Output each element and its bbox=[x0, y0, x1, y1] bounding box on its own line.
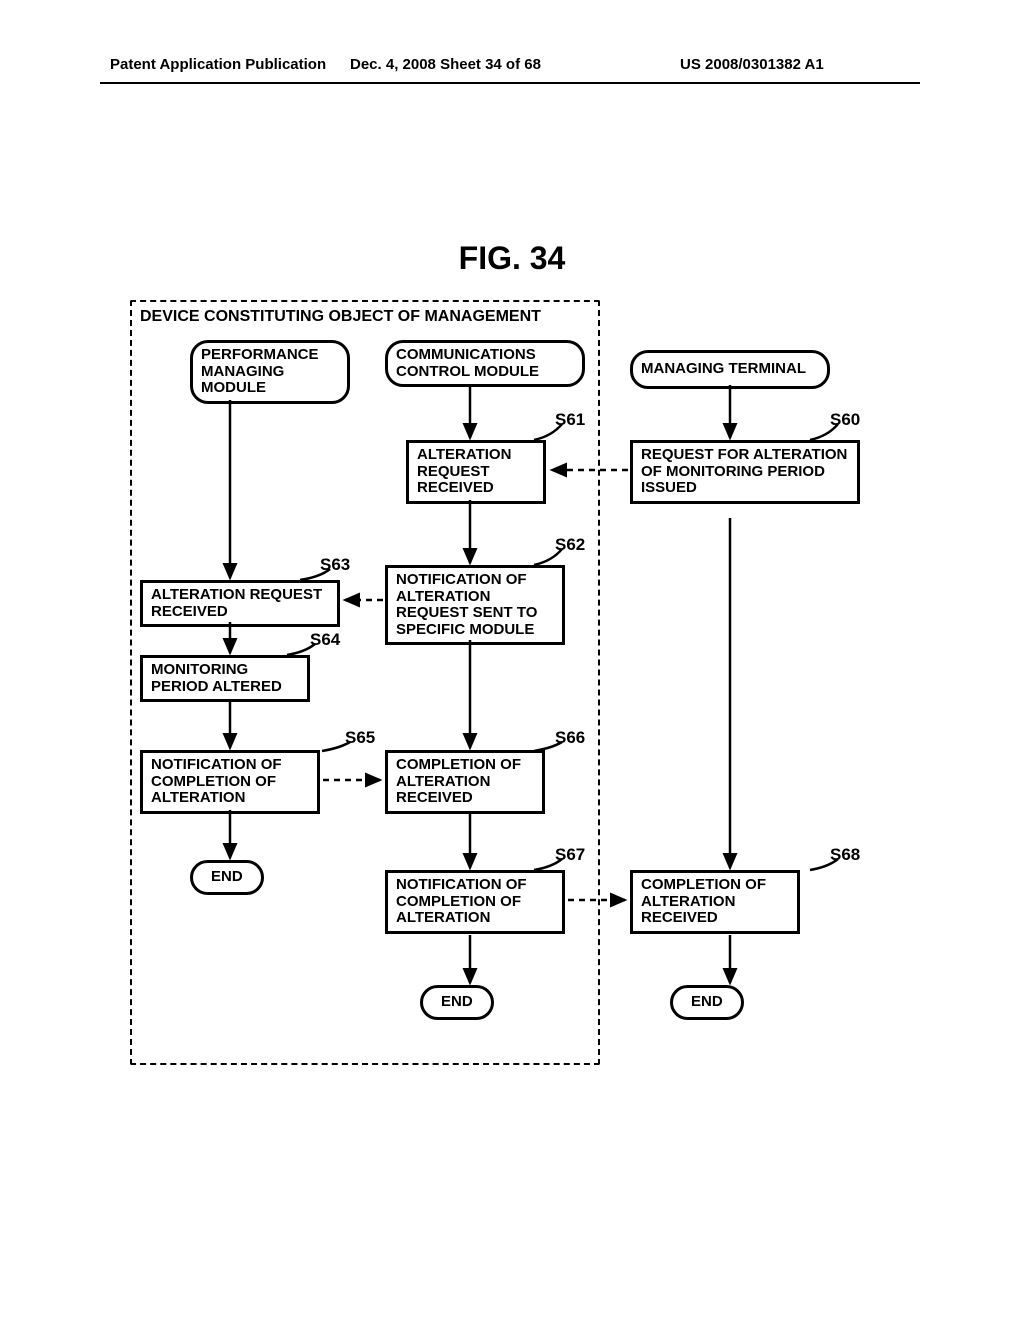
step-s68: COMPLETION OF ALTERATION RECEIVED bbox=[630, 870, 800, 934]
lane-comm-control-module: COMMUNICATIONS CONTROL MODULE bbox=[385, 340, 585, 387]
step-s61: ALTERATION REQUEST RECEIVED bbox=[406, 440, 546, 504]
lane-performance-module: PERFORMANCE MANAGING MODULE bbox=[190, 340, 350, 404]
header-right: US 2008/0301382 A1 bbox=[680, 56, 824, 73]
step-tag-s62: S62 bbox=[555, 535, 585, 555]
step-s67: NOTIFICATION OF COMPLETION OF ALTERATION bbox=[385, 870, 565, 934]
end-lane2: END bbox=[420, 985, 494, 1020]
step-s63: ALTERATION REQUEST RECEIVED bbox=[140, 580, 340, 627]
step-tag-s67: S67 bbox=[555, 845, 585, 865]
step-tag-s63: S63 bbox=[320, 555, 350, 575]
end-lane1: END bbox=[190, 860, 264, 895]
header-rule bbox=[100, 82, 920, 84]
step-tag-s61: S61 bbox=[555, 410, 585, 430]
step-tag-s64: S64 bbox=[310, 630, 340, 650]
step-s64: MONITORING PERIOD ALTERED bbox=[140, 655, 310, 702]
figure-title: FIG. 34 bbox=[0, 240, 1024, 277]
step-tag-s60: S60 bbox=[830, 410, 860, 430]
step-tag-s66: S66 bbox=[555, 728, 585, 748]
header-left: Patent Application Publication bbox=[110, 56, 326, 73]
step-s66: COMPLETION OF ALTERATION RECEIVED bbox=[385, 750, 545, 814]
step-tag-s68: S68 bbox=[830, 845, 860, 865]
header-center: Dec. 4, 2008 Sheet 34 of 68 bbox=[350, 56, 541, 73]
device-label: DEVICE CONSTITUTING OBJECT OF MANAGEMENT bbox=[140, 308, 541, 326]
step-tag-s65: S65 bbox=[345, 728, 375, 748]
end-lane3: END bbox=[670, 985, 744, 1020]
flow-diagram: DEVICE CONSTITUTING OBJECT OF MANAGEMENT… bbox=[130, 300, 910, 1070]
step-s60: REQUEST FOR ALTERATION OF MONITORING PER… bbox=[630, 440, 860, 504]
lane-managing-terminal: MANAGING TERMINAL bbox=[630, 350, 830, 389]
step-s62: NOTIFICATION OF ALTERATION REQUEST SENT … bbox=[385, 565, 565, 645]
step-s65: NOTIFICATION OF COMPLETION OF ALTERATION bbox=[140, 750, 320, 814]
